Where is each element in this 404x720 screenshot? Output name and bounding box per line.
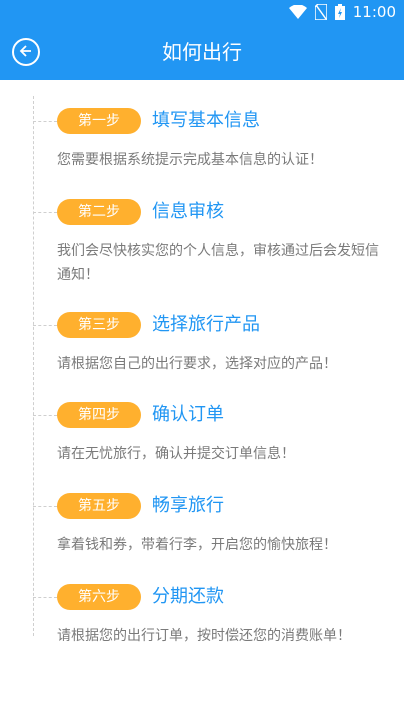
- step-description: 请在无忧旅行，确认并提交订单信息！: [57, 446, 295, 462]
- app-bar: 如何出行: [0, 24, 404, 80]
- step-title: 填写基本信息: [152, 110, 260, 131]
- step-connector: [33, 325, 57, 326]
- step-connector: [33, 415, 57, 416]
- status-bar: 11:00: [0, 0, 404, 24]
- steps-content: 第一步 填写基本信息 您需要根据系统提示完成基本信息的认证！ 第二步 信息审核 …: [0, 80, 404, 720]
- step-badge: 第六步: [57, 584, 141, 610]
- step-connector: [33, 212, 57, 213]
- wifi-icon: [288, 5, 307, 19]
- step-title: 选择旅行产品: [152, 314, 260, 335]
- step-badge: 第四步: [57, 402, 141, 428]
- status-time: 11:00: [352, 3, 396, 21]
- step-description: 我们会尽快核实您的个人信息，审核通过后会发短信通知！: [57, 243, 379, 283]
- step-badge: 第一步: [57, 108, 141, 134]
- step-description: 请根据您自己的出行要求，选择对应的产品！: [57, 356, 337, 372]
- step-title: 分期还款: [152, 586, 224, 607]
- step-badge: 第二步: [57, 199, 141, 225]
- step-badge: 第三步: [57, 312, 141, 338]
- step-title: 确认订单: [152, 404, 224, 425]
- timeline-line: [33, 96, 34, 636]
- step-description: 请根据您的出行订单，按时偿还您的消费账单！: [57, 628, 351, 644]
- step-connector: [33, 121, 57, 122]
- step-connector: [33, 597, 57, 598]
- no-sim-icon: [314, 4, 327, 20]
- step-title: 信息审核: [152, 201, 224, 222]
- step-badge: 第五步: [57, 493, 141, 519]
- step-description: 您需要根据系统提示完成基本信息的认证！: [57, 152, 323, 168]
- page-title: 如何出行: [162, 40, 242, 64]
- step-title: 畅享旅行: [152, 495, 224, 516]
- battery-charging-icon: [334, 4, 345, 20]
- step-description: 拿着钱和券，带着行李，开启您的愉快旅程！: [57, 537, 337, 553]
- step-connector: [33, 506, 57, 507]
